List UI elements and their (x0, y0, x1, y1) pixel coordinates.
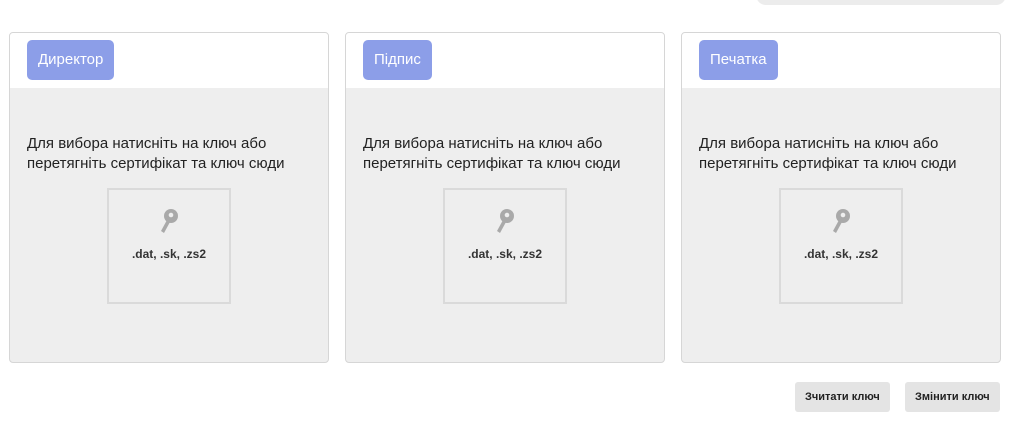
panel-header: Печатка (682, 33, 1000, 88)
key-icon (161, 209, 178, 233)
top-bar-decoration (756, 0, 1006, 5)
file-extensions: .dat, .sk, .zs2 (467, 247, 543, 261)
key-dropzone[interactable]: .dat, .sk, .zs2 (779, 188, 903, 304)
drop-hint: Для вибора натисніть на ключ або перетяг… (363, 135, 621, 172)
key-panel-director: Директор Для вибора натисніть на ключ аб… (9, 32, 329, 363)
key-panel-signature: Підпис Для вибора натисніть на ключ або … (345, 32, 665, 363)
panel-tag: Директор (27, 40, 115, 80)
drop-hint: Для вибора натисніть на ключ або перетяг… (27, 135, 285, 172)
drop-hint: Для вибора натисніть на ключ або перетяг… (699, 135, 957, 172)
panel-header: Підпис (346, 33, 664, 88)
key-icon (497, 209, 514, 233)
panel-tag: Печатка (699, 40, 778, 80)
change-key-button[interactable]: Змінити ключ (905, 382, 1000, 412)
key-icon (833, 209, 850, 233)
file-extensions: .dat, .sk, .zs2 (803, 247, 879, 261)
key-panel-stamp: Печатка Для вибора натисніть на ключ або… (681, 32, 1001, 363)
panel-header: Директор (10, 33, 328, 88)
key-dropzone[interactable]: .dat, .sk, .zs2 (443, 188, 567, 304)
read-key-button[interactable]: Зчитати ключ (795, 382, 890, 412)
key-dropzone[interactable]: .dat, .sk, .zs2 (107, 188, 231, 304)
panel-tag: Підпис (363, 40, 432, 80)
file-extensions: .dat, .sk, .zs2 (131, 247, 207, 261)
